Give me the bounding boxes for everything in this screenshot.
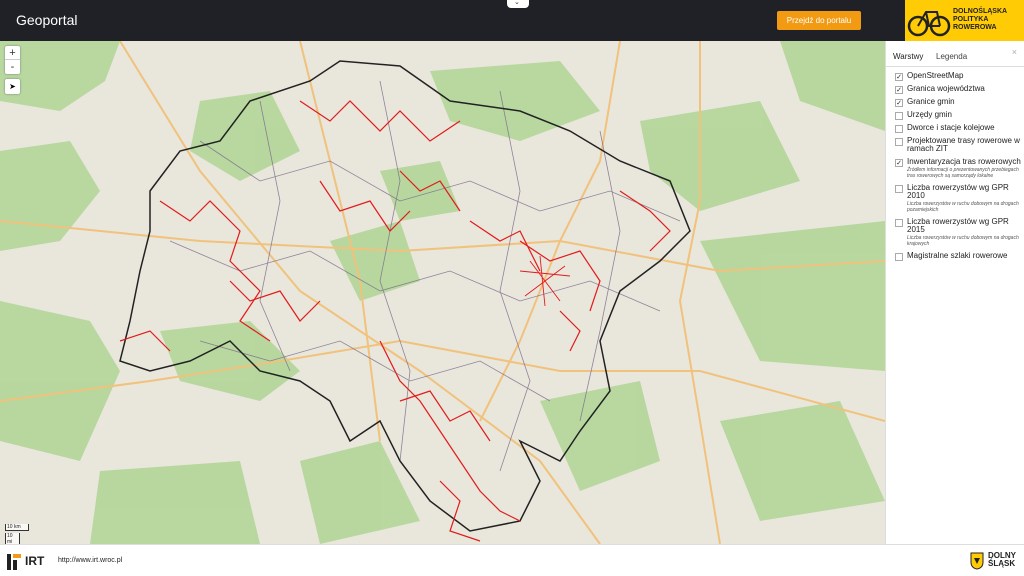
brand-line-3: ROWEROWA [953,24,997,31]
brand-line-2: POLITYKA [953,16,989,23]
brand-logo-box[interactable]: DOLNOŚLĄSKA POLITYKA ROWEROWA [905,0,1024,41]
layer-item-urzedy-gmin[interactable]: Urzędy gmin [886,110,1024,120]
layer-label: Liczba rowerzystów wg GPR 2010 [907,183,1009,200]
layer-description: Liczba rowerzystów w ruchu dobowym na dr… [907,235,1019,247]
layer-label: OpenStreetMap [907,71,964,80]
layer-list: ✓ OpenStreetMap ✓ Granica województwa ✓ Gra… [886,72,1024,265]
chevron-down-icon: ⌄ [514,0,520,6]
checkbox[interactable]: ✓ [895,99,903,107]
collapse-header-toggle[interactable]: ⌄ [507,0,529,8]
bicycle-logo-icon [907,11,951,37]
layer-item-granica-wojewodztwa[interactable]: ✓ Granica województwa [886,84,1024,94]
close-icon[interactable]: × [1012,47,1017,57]
layer-description: Źródłem informacji o prezentowanych prze… [907,167,1019,179]
tab-layers[interactable]: Warstwy [893,52,923,61]
layer-item-gpr-2010[interactable]: Liczba rowerzystów wg GPR 2010 Liczba row… [886,184,1024,213]
dolny-slask-crest-icon [970,552,984,575]
layer-item-granice-gmin[interactable]: ✓ Granice gmin [886,97,1024,107]
layer-label: Projektowane trasy rowerowe w ramach ZIT [907,136,1020,153]
layer-item-magistralne-szlaki[interactable]: Magistralne szlaki rowerowe [886,251,1024,261]
irt-url-link[interactable]: http://www.irt.wroc.pl [58,557,122,564]
layer-label: Granica województwa [907,84,985,93]
go-to-portal-button[interactable]: Przejdź do portalu [777,11,861,30]
layer-label: Granice gmin [907,97,955,106]
zoom-control: + - [5,46,20,74]
tab-legend[interactable]: Legenda [936,52,967,61]
app-title: Geoportal [16,12,78,28]
layer-panel: Warstwy Legenda × ✓ OpenStreetMap ✓ Granic… [885,41,1024,544]
checkbox[interactable]: ✓ [895,86,903,94]
layer-item-gpr-2015[interactable]: Liczba rowerzystów wg GPR 2015 Liczba row… [886,218,1024,247]
checkbox[interactable] [895,125,903,133]
map-view[interactable]: + - ➤ 10 km 10 mi [0,41,885,544]
checkbox[interactable] [895,138,903,146]
layer-label: Magistralne szlaki rowerowe [907,251,1008,260]
checkbox[interactable] [895,112,903,120]
layer-label: Dworce i stacje kolejowe [907,123,995,132]
checkbox[interactable] [895,219,903,227]
layer-item-openstreetmap[interactable]: ✓ OpenStreetMap [886,71,1024,81]
layer-item-dworce[interactable]: Dworce i stacje kolejowe [886,123,1024,133]
panel-tabs: Warstwy Legenda × [886,41,1024,67]
zoom-in-button[interactable]: + [5,46,20,60]
irt-logo-text: IRT [25,554,45,568]
layer-item-projektowane-trasy[interactable]: Projektowane trasy rowerowe w ramach ZIT [886,137,1024,153]
brand-line-1: DOLNOŚLĄSKA [953,8,1008,15]
layer-label: Inwentaryzacja tras rowerowych [907,157,1021,166]
brand-text: DOLNOŚLĄSKA POLITYKA ROWEROWA [953,8,1007,32]
layer-item-inwentaryzacja[interactable]: ✓ Inwentaryzacja tras rowerowych Źródłem i… [886,158,1024,179]
location-arrow-icon: ➤ [9,82,16,91]
layer-label: Liczba rowerzystów wg GPR 2015 [907,217,1009,234]
top-bar: Geoportal ⌄ Przejdź do portalu DOLNOŚLĄS… [0,0,1024,41]
layer-label: Urzędy gmin [907,110,952,119]
scale-bar-km: 10 km [5,524,29,531]
ds-line-2: ŚLĄSK [988,559,1016,568]
dolny-slask-logo-text: DOLNY ŚLĄSK [988,552,1016,568]
zoom-out-button[interactable]: - [5,60,20,74]
footer: IRT http://www.irt.wroc.pl DOLNY ŚLĄSK [0,544,1024,576]
checkbox[interactable] [895,185,903,193]
irt-logo[interactable]: IRT [7,554,49,575]
checkbox[interactable] [895,253,903,261]
layer-description: Liczba rowerzystów w ruchu dobowym na dr… [907,201,1019,213]
locate-me-button[interactable]: ➤ [5,79,20,94]
scale-bar-mi: 10 mi [5,533,20,544]
map-canvas[interactable] [0,41,885,544]
checkbox[interactable]: ✓ [895,73,903,81]
checkbox[interactable]: ✓ [895,159,903,167]
